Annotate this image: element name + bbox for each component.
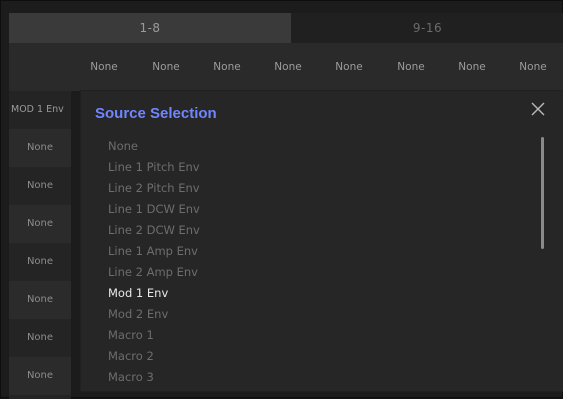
column-header-6[interactable]: None <box>386 43 436 91</box>
source-item-line2-amp-env[interactable]: Line 2 Amp Env <box>108 262 528 283</box>
column-header-3[interactable]: None <box>202 43 252 91</box>
close-icon <box>531 102 545 116</box>
tab-1-8[interactable]: 1-8 <box>9 13 291 43</box>
source-item-mod1-env[interactable]: Mod 1 Env <box>108 283 528 304</box>
source-item-macro1[interactable]: Macro 1 <box>108 325 528 346</box>
source-item-none[interactable]: None <box>108 136 528 157</box>
row-label-6[interactable]: None <box>9 281 71 319</box>
source-list: None Line 1 Pitch Env Line 2 Pitch Env L… <box>108 136 528 386</box>
column-header-row: None None None None None None None None <box>9 43 563 91</box>
source-item-line1-amp-env[interactable]: Line 1 Amp Env <box>108 241 528 262</box>
dialog-title: Source Selection <box>95 105 217 122</box>
source-item-mod2-env[interactable]: Mod 2 Env <box>108 304 528 325</box>
column-header-8[interactable]: None <box>508 43 558 91</box>
source-item-line1-dcw-env[interactable]: Line 1 DCW Env <box>108 199 528 220</box>
row-label-1[interactable]: MOD 1 Env <box>9 91 71 129</box>
column-header-7[interactable]: None <box>447 43 497 91</box>
row-label-7[interactable]: None <box>9 319 71 357</box>
mod-matrix-panel: 1-8 9-16 None None None None None None N… <box>0 0 563 399</box>
close-button[interactable] <box>530 101 546 117</box>
row-label-8[interactable]: None <box>9 357 71 395</box>
row-label-4[interactable]: None <box>9 205 71 243</box>
source-item-line2-pitch-env[interactable]: Line 2 Pitch Env <box>108 178 528 199</box>
row-label-column: MOD 1 Env None None None None None None … <box>9 91 71 399</box>
column-header-5[interactable]: None <box>324 43 374 91</box>
source-item-line1-pitch-env[interactable]: Line 1 Pitch Env <box>108 157 528 178</box>
source-item-macro3[interactable]: Macro 3 <box>108 367 528 386</box>
row-label-3[interactable]: None <box>9 167 71 205</box>
row-label-5[interactable]: None <box>9 243 71 281</box>
row-label-2[interactable]: None <box>9 129 71 167</box>
source-item-macro2[interactable]: Macro 2 <box>108 346 528 367</box>
source-item-line2-dcw-env[interactable]: Line 2 DCW Env <box>108 220 528 241</box>
column-header-4[interactable]: None <box>263 43 313 91</box>
tab-9-16[interactable]: 9-16 <box>291 13 563 43</box>
column-header-2[interactable]: None <box>141 43 191 91</box>
column-header-1[interactable]: None <box>79 43 129 91</box>
page-tabs: 1-8 9-16 <box>9 13 563 43</box>
list-scrollbar[interactable] <box>541 137 544 249</box>
source-selection-dialog: Source Selection None Line 1 Pitch Env L… <box>81 91 563 391</box>
